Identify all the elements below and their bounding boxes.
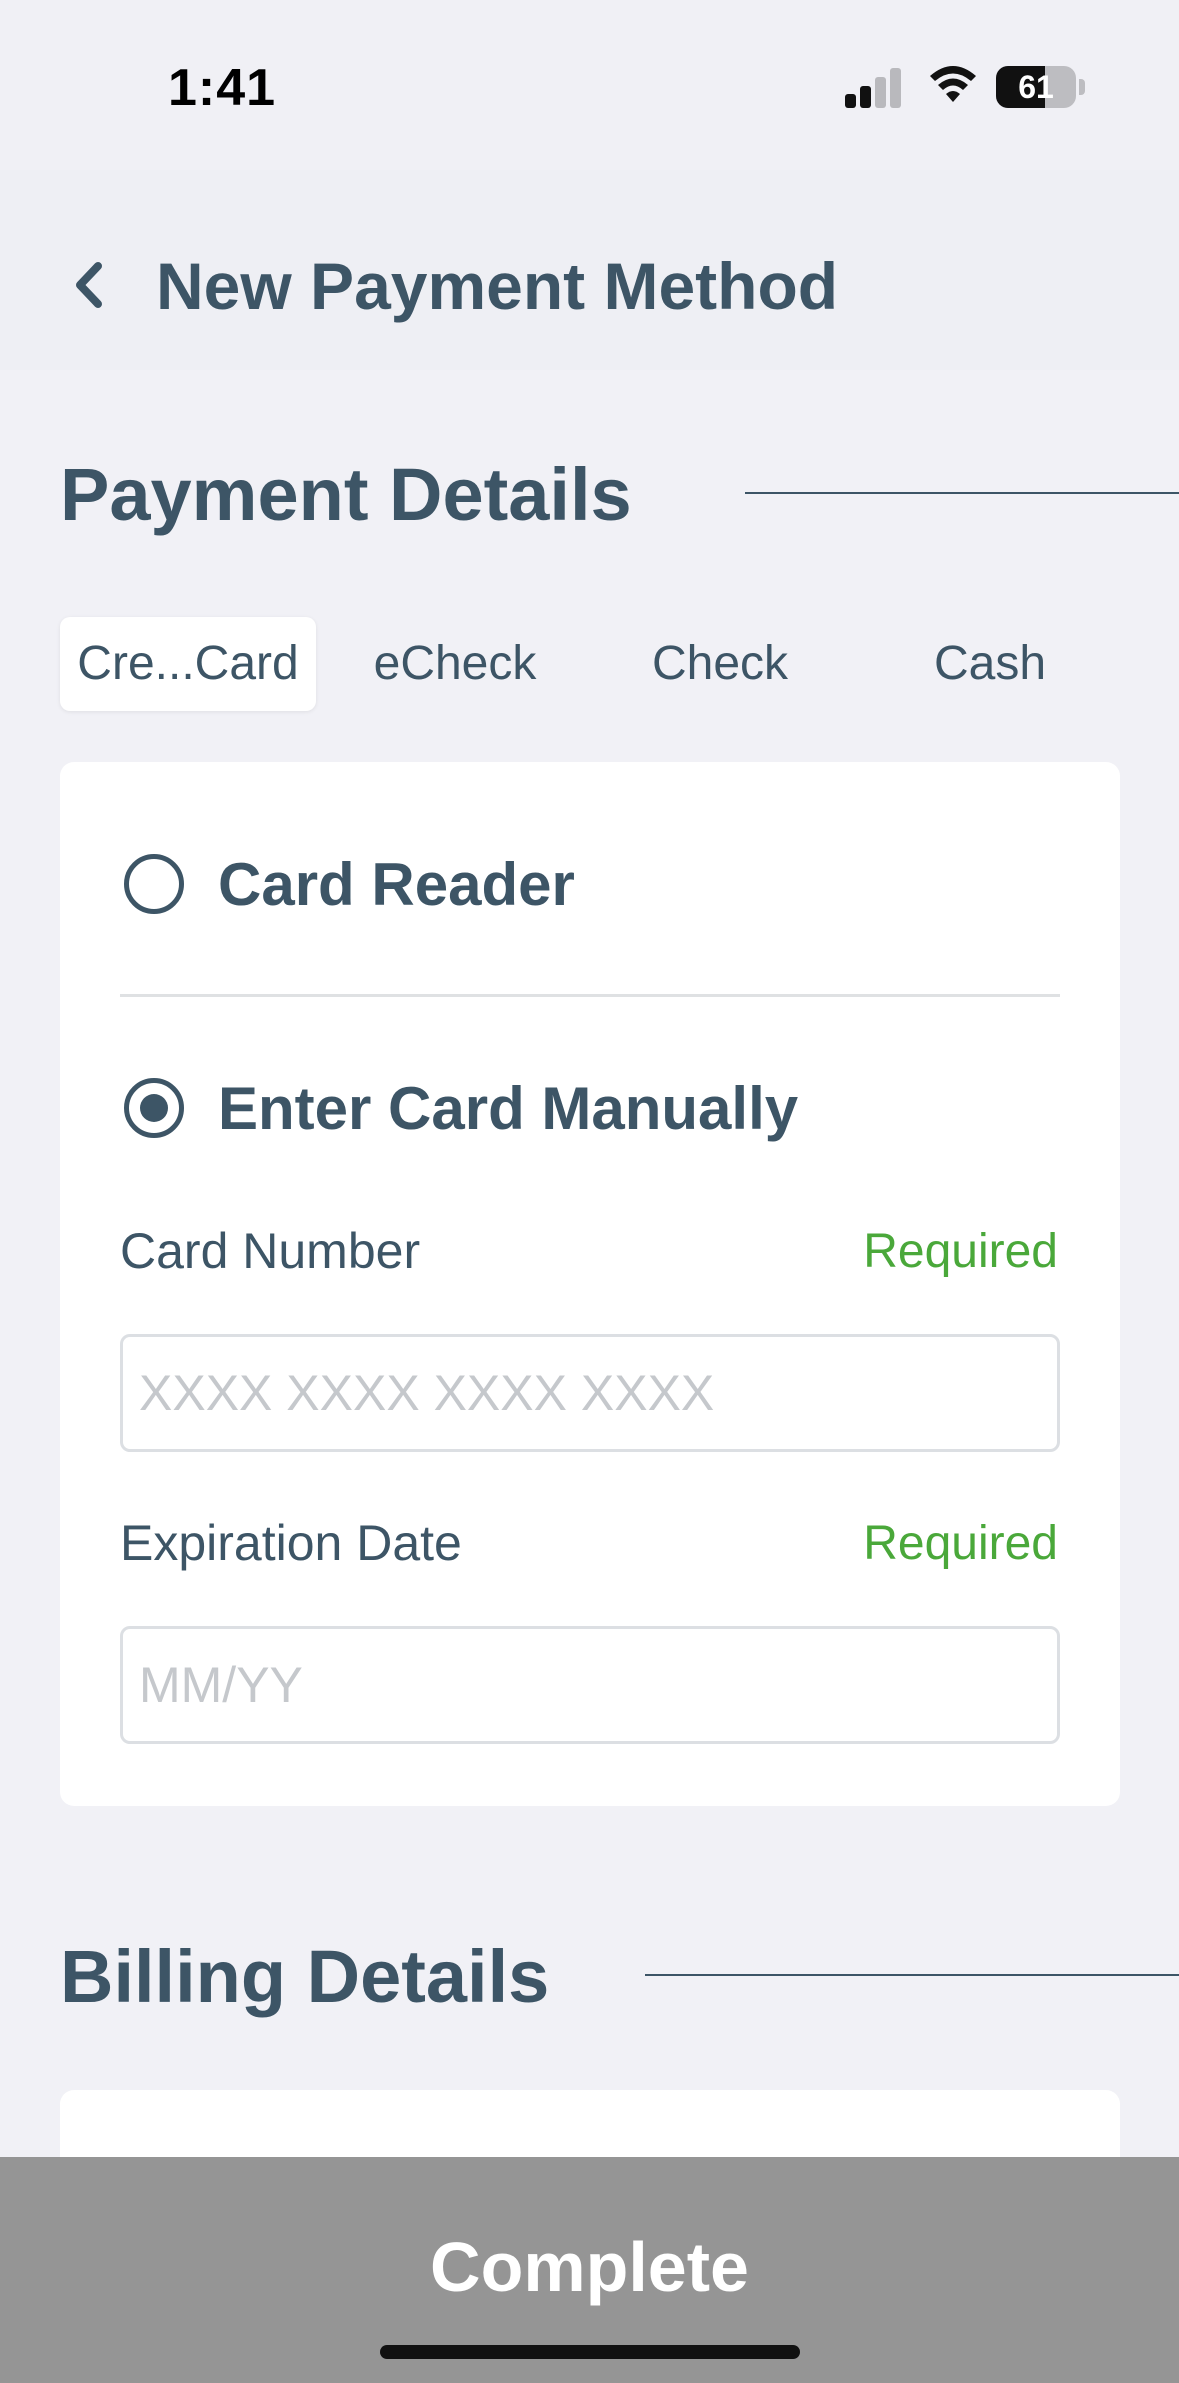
cellular-signal-icon [845, 66, 903, 108]
enter-card-manually-radio[interactable] [124, 1078, 184, 1138]
tab-check[interactable]: Check [620, 617, 820, 711]
section-divider [745, 492, 1179, 494]
payment-details-card: Card Reader Enter Card Manually Card Num… [60, 762, 1120, 1806]
card-reader-radio[interactable] [124, 854, 184, 914]
card-number-input[interactable] [120, 1334, 1060, 1452]
expiration-date-required: Required [863, 1517, 1058, 1570]
section-divider [645, 1974, 1179, 1976]
complete-bar: Complete [0, 2157, 1179, 2383]
enter-card-manually-label[interactable]: Enter Card Manually [218, 1074, 798, 1143]
tab-cash[interactable]: Cash [890, 617, 1090, 711]
battery-level: 61 [1018, 69, 1054, 105]
billing-details-title: Billing Details [60, 1935, 550, 2018]
card-number-label: Card Number [120, 1223, 421, 1279]
status-time: 1:41 [168, 59, 277, 117]
page-title: New Payment Method [156, 249, 839, 323]
card-number-required: Required [863, 1225, 1058, 1278]
navigation-header: New Payment Method [0, 170, 1179, 370]
chevron-left-icon[interactable] [60, 250, 120, 320]
complete-button[interactable]: Complete [0, 2217, 1179, 2317]
tab-echeck[interactable]: eCheck [350, 617, 560, 711]
screen: 1:41 61 New Payment Method Payment Detai… [0, 0, 1179, 2383]
expiration-date-input[interactable] [120, 1626, 1060, 1744]
payment-details-title: Payment Details [60, 453, 632, 536]
payment-method-tabs: Cre...Card eCheck Check Cash [60, 617, 1120, 711]
tab-credit-card[interactable]: Cre...Card [60, 617, 316, 711]
battery-icon: 61 [996, 66, 1086, 108]
status-bar: 1:41 61 [0, 0, 1179, 170]
expiration-date-label: Expiration Date [120, 1515, 462, 1571]
radio-selected-dot [140, 1094, 168, 1122]
wifi-icon [930, 66, 976, 102]
card-reader-label[interactable]: Card Reader [218, 850, 575, 919]
home-indicator [380, 2345, 800, 2359]
option-divider [120, 994, 1060, 997]
